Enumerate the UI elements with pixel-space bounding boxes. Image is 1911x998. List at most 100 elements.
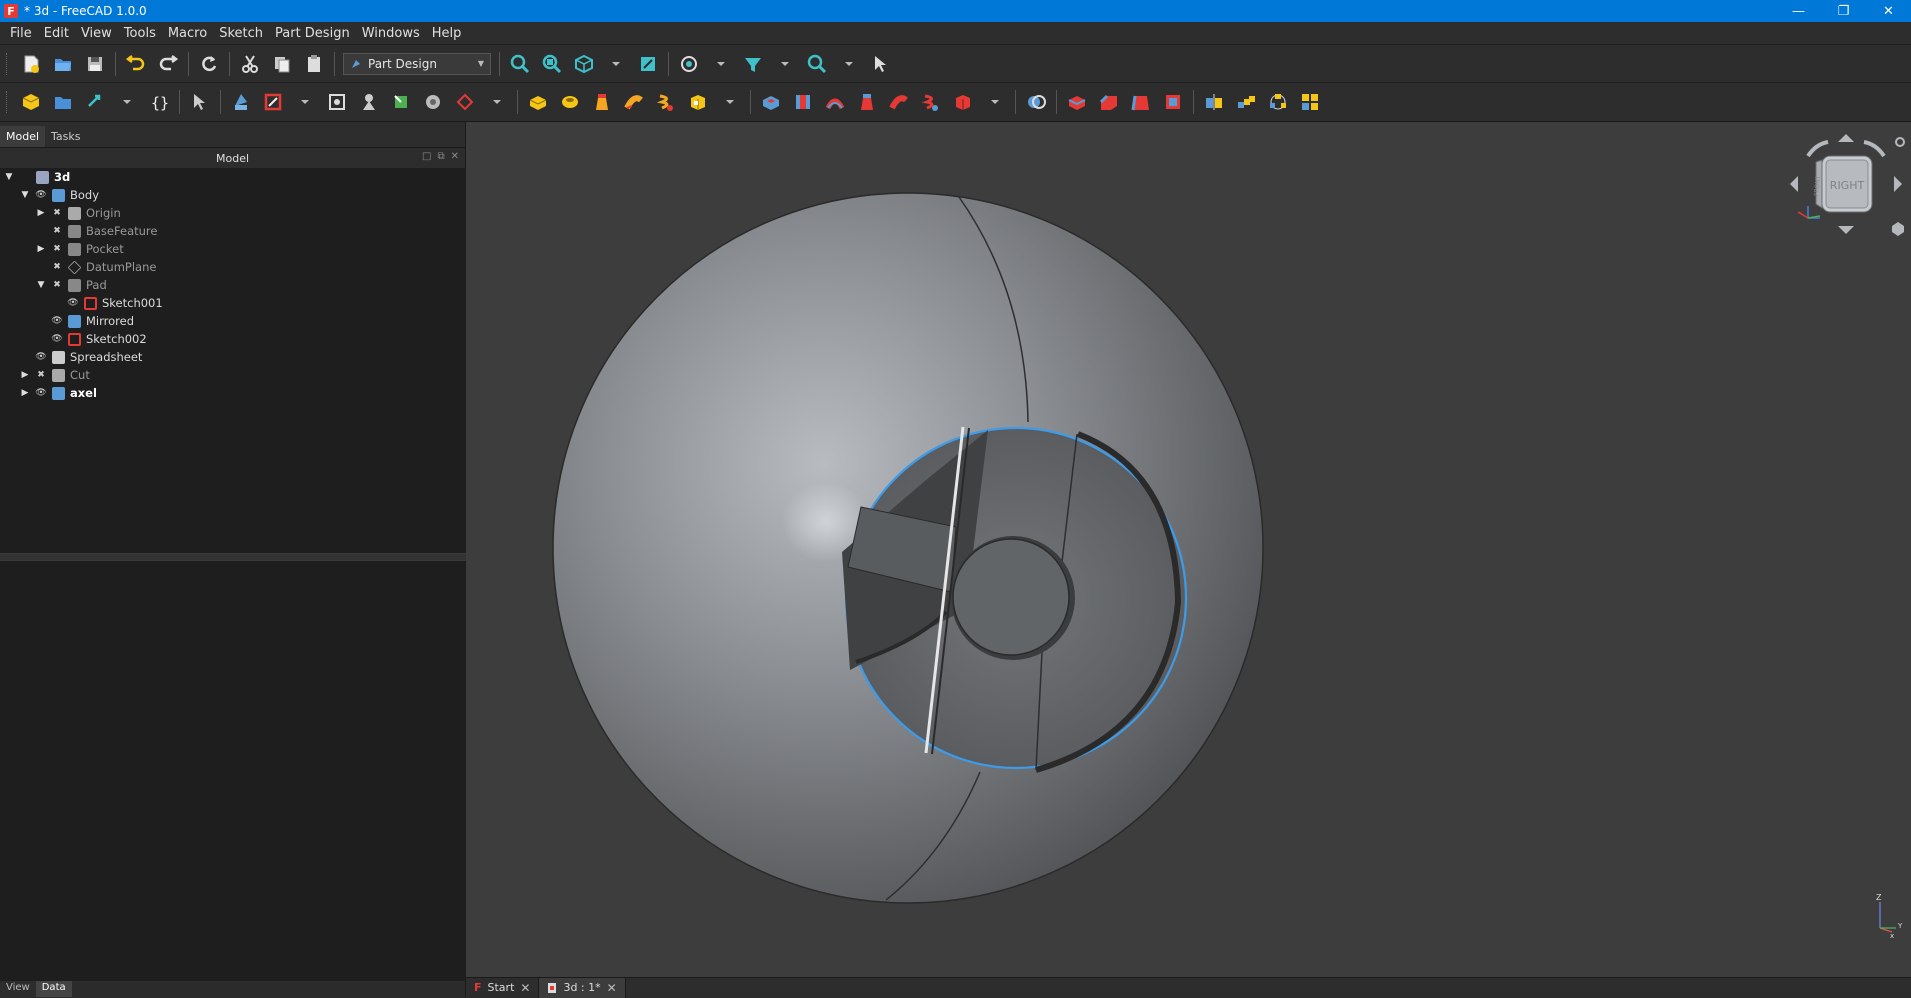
macro-button[interactable]: {} <box>147 90 171 114</box>
tree-item-sketch001[interactable]: 👁 Sketch001 <box>0 294 466 312</box>
boolean-button[interactable] <box>1024 90 1048 114</box>
expand-right-icon[interactable]: ▶ <box>36 208 46 218</box>
fillet-button[interactable] <box>1065 90 1089 114</box>
subtractive-helix-button[interactable] <box>919 90 943 114</box>
float-icon[interactable]: □ <box>422 151 431 162</box>
new-document-button[interactable] <box>19 52 43 76</box>
pocket-button[interactable] <box>759 90 783 114</box>
sub-shape-binder-button[interactable] <box>421 90 445 114</box>
menu-file[interactable]: File <box>4 26 38 41</box>
measure-dropdown[interactable] <box>837 52 861 76</box>
visibility-eye-icon[interactable]: 👁 <box>35 388 47 398</box>
expand-right-icon[interactable]: ▶ <box>20 388 30 398</box>
bounding-box-button[interactable] <box>636 52 660 76</box>
roll-left-icon[interactable] <box>1806 140 1829 158</box>
sketch-dropdown[interactable] <box>293 90 317 114</box>
menu-edit[interactable]: Edit <box>38 26 75 41</box>
link-dropdown[interactable] <box>115 90 139 114</box>
tree-item-3d[interactable]: ▼ 3d <box>0 168 466 186</box>
rotate-right-icon[interactable] <box>1894 176 1902 192</box>
visibility-hidden-icon[interactable]: ✖ <box>35 370 47 380</box>
close-icon[interactable]: ✕ <box>451 151 459 162</box>
subtractive-primitive-dropdown[interactable] <box>983 90 1007 114</box>
whats-this-button[interactable] <box>869 52 893 76</box>
tree-item-axel[interactable]: ▶ 👁 axel <box>0 384 466 402</box>
tab-start[interactable]: F Start ✕ <box>466 977 540 998</box>
menu-windows[interactable]: Windows <box>356 26 426 41</box>
selection-filter-button[interactable] <box>741 52 765 76</box>
rotate-down-icon[interactable] <box>1838 226 1854 234</box>
visibility-eye-icon[interactable]: 👁 <box>35 190 47 200</box>
new-body-button[interactable] <box>229 90 253 114</box>
tree-item-origin[interactable]: ▶ ✖ Origin <box>0 204 466 222</box>
additive-loft-button[interactable] <box>590 90 614 114</box>
close-tab-icon[interactable]: ✕ <box>520 981 530 995</box>
datum-button[interactable] <box>453 90 477 114</box>
fit-selection-button[interactable] <box>540 52 564 76</box>
tab-data[interactable]: Data <box>35 981 72 997</box>
menu-help[interactable]: Help <box>426 26 468 41</box>
restore-button[interactable]: ❐ <box>1821 0 1866 22</box>
visibility-eye-icon[interactable]: 👁 <box>51 316 63 326</box>
menu-sketch[interactable]: Sketch <box>213 26 269 41</box>
tree-item-cut[interactable]: ▶ ✖ Cut <box>0 366 466 384</box>
undo-button[interactable] <box>124 52 148 76</box>
refresh-button[interactable] <box>197 52 221 76</box>
copy-button[interactable] <box>270 52 294 76</box>
expand-right-icon[interactable]: ▶ <box>36 244 46 254</box>
shape-binder-button[interactable] <box>389 90 413 114</box>
additive-primitive-button[interactable] <box>686 90 710 114</box>
draw-style-button[interactable] <box>677 52 701 76</box>
visibility-eye-icon[interactable]: 👁 <box>51 334 63 344</box>
menu-macro[interactable]: Macro <box>162 26 213 41</box>
tab-model[interactable]: Model <box>0 126 46 147</box>
paste-button[interactable] <box>302 52 326 76</box>
linear-pattern-button[interactable] <box>1234 90 1258 114</box>
panel-splitter[interactable] <box>0 553 466 561</box>
3d-viewport[interactable]: RIGHT FRONT Z x Y <box>466 122 1911 977</box>
save-button[interactable] <box>83 52 107 76</box>
view-menu-cube-icon[interactable] <box>1892 222 1904 236</box>
toolbar-grip[interactable] <box>6 91 9 113</box>
subtractive-pipe-button[interactable] <box>887 90 911 114</box>
draft-button[interactable] <box>1129 90 1153 114</box>
subtractive-primitive-button[interactable] <box>951 90 975 114</box>
expand-right-icon[interactable]: ▶ <box>20 370 30 380</box>
hole-button[interactable] <box>791 90 815 114</box>
revolution-button[interactable] <box>558 90 582 114</box>
additive-helix-button[interactable] <box>654 90 678 114</box>
tree-item-spreadsheet[interactable]: 👁 Spreadsheet <box>0 348 466 366</box>
pad-button[interactable] <box>526 90 550 114</box>
mirrored-button[interactable] <box>1202 90 1226 114</box>
visibility-eye-icon[interactable]: 👁 <box>35 352 47 362</box>
navigation-cube[interactable]: RIGHT FRONT <box>1786 130 1906 240</box>
view-iso-button[interactable] <box>572 52 596 76</box>
create-group-button[interactable] <box>51 90 75 114</box>
std-views-dropdown[interactable] <box>604 52 628 76</box>
menu-tools[interactable]: Tools <box>118 26 162 41</box>
new-sketch-button[interactable] <box>261 90 285 114</box>
tree-item-mirrored[interactable]: 👁 Mirrored <box>0 312 466 330</box>
visibility-hidden-icon[interactable]: ✖ <box>51 244 63 254</box>
tree-item-body[interactable]: ▼ 👁 Body <box>0 186 466 204</box>
minimize-button[interactable]: — <box>1776 0 1821 22</box>
tab-tasks[interactable]: Tasks <box>45 126 86 147</box>
cut-button[interactable] <box>238 52 262 76</box>
tree-item-pocket[interactable]: ▶ ✖ Pocket <box>0 240 466 258</box>
groove-button[interactable] <box>823 90 847 114</box>
thickness-button[interactable] <box>1161 90 1185 114</box>
rotate-up-icon[interactable] <box>1838 134 1854 142</box>
clone-button[interactable] <box>357 90 381 114</box>
navcube-menu-icon[interactable] <box>1895 137 1905 147</box>
tab-view[interactable]: View <box>0 981 36 997</box>
menu-part-design[interactable]: Part Design <box>269 26 356 41</box>
expand-down-icon[interactable]: ▼ <box>4 172 14 182</box>
open-button[interactable] <box>51 52 75 76</box>
close-button[interactable]: ✕ <box>1866 0 1911 22</box>
rotate-left-icon[interactable] <box>1790 176 1798 192</box>
tree-item-datumplane[interactable]: ✖ DatumPlane <box>0 258 466 276</box>
visibility-eye-icon[interactable]: 👁 <box>67 298 79 308</box>
expand-down-icon[interactable]: ▼ <box>20 190 30 200</box>
chamfer-button[interactable] <box>1097 90 1121 114</box>
visibility-hidden-icon[interactable]: ✖ <box>51 208 63 218</box>
